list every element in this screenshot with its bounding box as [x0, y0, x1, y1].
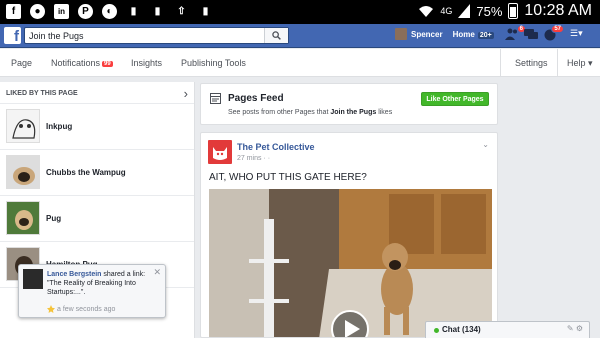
home-label: Home: [452, 29, 475, 39]
media-icon: ▮: [154, 6, 161, 17]
tab-settings[interactable]: Settings: [515, 58, 548, 68]
list-item[interactable]: Chubbs the Wampug: [0, 150, 194, 196]
chat-options-icons[interactable]: ✎ ⚙: [567, 324, 583, 333]
media-icon: ▮: [130, 6, 137, 17]
page-name[interactable]: Inkpug: [46, 122, 72, 131]
pages-feed-subtitle: See posts from other Pages that Join the…: [228, 109, 392, 116]
search-input[interactable]: [29, 30, 269, 42]
help-dropdown[interactable]: Help ▾: [567, 58, 593, 69]
notification-author: Lance Bergstein: [47, 271, 102, 278]
like-other-pages-button[interactable]: Like Other Pages: [421, 92, 489, 106]
home-count: 20+: [477, 31, 494, 39]
notifications-badge: 57: [551, 25, 564, 33]
settings-dropdown-icon[interactable]: ☰▾: [570, 28, 586, 42]
feed-icon: [210, 93, 221, 104]
subtitle-prefix: See posts from other Pages that: [228, 109, 331, 116]
page-name[interactable]: Chubbs the Wampug: [46, 168, 126, 177]
divider: [557, 49, 558, 77]
post-text: AIT, WHO PUT THIS GATE HERE?: [209, 172, 367, 183]
tab-insights[interactable]: Insights: [131, 58, 162, 68]
list-item[interactable]: Pug: [0, 196, 194, 242]
clock: 10:28 AM: [524, 2, 592, 19]
chevron-right-icon[interactable]: ›: [184, 86, 188, 101]
friend-requests-icon[interactable]: 6: [505, 25, 526, 42]
liked-title: LIKED BY THIS PAGE: [6, 90, 78, 97]
media-icon: ◐: [102, 4, 117, 19]
linkedin-icon: in: [54, 4, 69, 19]
media-icon: ▮: [202, 6, 209, 17]
pages-feed-card: Pages Feed See posts from other Pages th…: [200, 83, 498, 125]
chat-bubble-icon: [524, 29, 538, 39]
page-nav: Page Notifications 99 Insights Publishing…: [0, 49, 600, 77]
avatar: [23, 269, 43, 289]
pinterest-icon: P: [78, 4, 93, 19]
post-video[interactable]: [209, 189, 492, 337]
post-author-link[interactable]: The Pet Collective: [237, 142, 315, 152]
page-thumbnail: [6, 201, 40, 235]
signal-icon: [458, 4, 471, 18]
share-icon: [47, 305, 55, 313]
page-thumbnail: [6, 109, 40, 143]
notification-time: a few seconds ago: [57, 306, 116, 313]
wifi-icon: [419, 6, 434, 17]
subtitle-suffix: likes: [376, 109, 393, 116]
post-card: The Pet Collective 27 mins · · ⌄ AIT, WH…: [200, 132, 498, 338]
divider: [500, 49, 501, 77]
battery-icon: [508, 3, 519, 19]
profile-link[interactable]: Spencer: [411, 30, 443, 39]
media-icon: ●: [30, 4, 45, 19]
facebook-logo-icon[interactable]: f: [4, 27, 21, 44]
chat-bar[interactable]: Chat (134) ✎ ⚙: [425, 321, 590, 338]
search-box: [24, 27, 289, 44]
home-link[interactable]: Home 20+: [453, 30, 494, 39]
battery-percent: 75%: [476, 3, 503, 19]
page-name[interactable]: Pug: [46, 214, 61, 223]
list-item[interactable]: Inkpug: [0, 104, 194, 150]
messages-icon[interactable]: [524, 28, 540, 42]
notification-popup[interactable]: Lance Bergstein shared a link: "The Real…: [18, 264, 166, 318]
tab-notifications-label: Notifications: [51, 58, 101, 68]
cat-logo-icon: [213, 147, 227, 160]
network-type: 4G: [440, 6, 453, 16]
tab-notifications[interactable]: Notifications 99: [51, 58, 113, 68]
tab-page[interactable]: Page: [11, 58, 32, 68]
notification-text: Lance Bergstein shared a link: "The Real…: [47, 270, 155, 297]
subtitle-page-link[interactable]: Join the Pugs: [330, 109, 376, 116]
avatar[interactable]: [208, 140, 232, 164]
avatar[interactable]: [395, 28, 407, 40]
pages-feed-title: Pages Feed: [228, 93, 284, 104]
search-icon: [272, 31, 281, 40]
tab-publishing-tools[interactable]: Publishing Tools: [181, 58, 246, 68]
close-icon[interactable]: ✕: [153, 267, 161, 278]
search-button[interactable]: [264, 28, 288, 43]
upload-icon: ⇧: [177, 6, 186, 17]
notifications-count-badge: 99: [102, 61, 113, 67]
chevron-down-icon[interactable]: ⌄: [482, 140, 489, 149]
page-thumbnail: [6, 155, 40, 189]
liked-header[interactable]: LIKED BY THIS PAGE ›: [0, 82, 194, 104]
post-timestamp[interactable]: 27 mins · ·: [237, 155, 270, 162]
notifications-icon[interactable]: 57: [543, 25, 564, 42]
chat-label: Chat (134): [442, 325, 481, 334]
android-status-bar: f ● in P ◐ ▮ ▮ ⇧ ▮ 4G 75% 10:28 AM: [0, 0, 600, 24]
facebook-icon: f: [6, 4, 21, 19]
online-status-icon: [434, 328, 439, 333]
